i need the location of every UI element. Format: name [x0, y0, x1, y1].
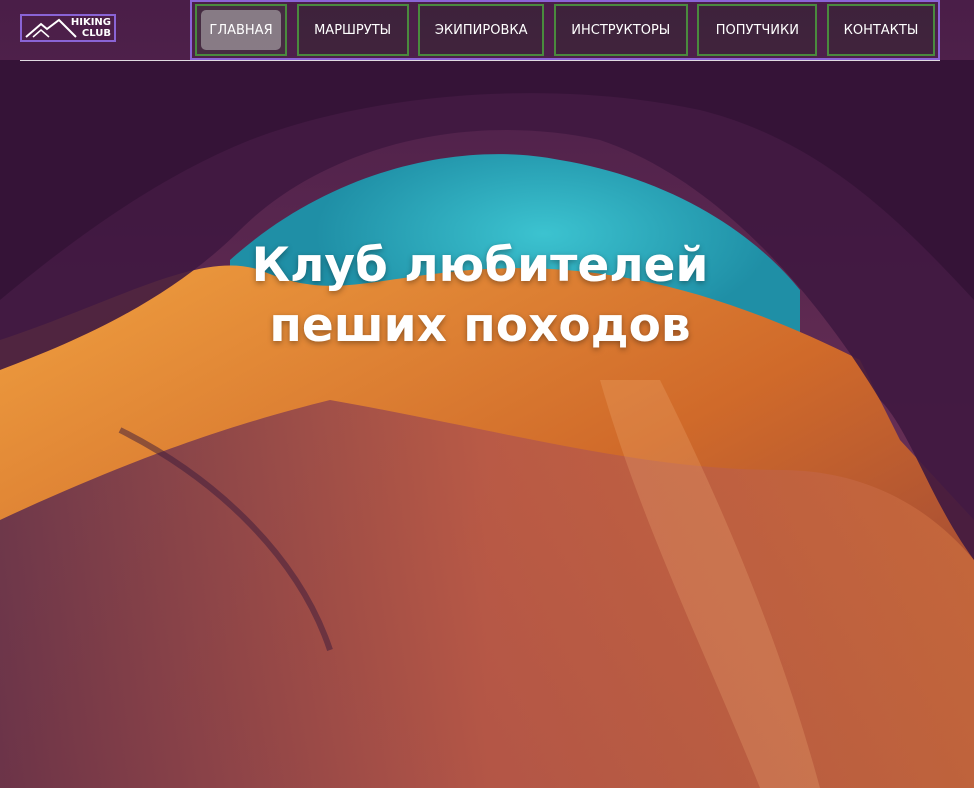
nav-item-home[interactable]: ГЛАВНАЯ — [195, 4, 287, 56]
logo-text-line2: CLUB — [81, 28, 111, 39]
hero-background-image — [0, 0, 974, 788]
nav-item-label: ГЛАВНАЯ — [209, 22, 273, 38]
nav-item-instructors[interactable]: ИНСТРУКТОРЫ — [553, 4, 688, 56]
site-logo[interactable]: HIKING CLUB — [20, 14, 116, 42]
nav-item-label: МАРШРУТЫ — [314, 22, 392, 38]
hero-title: Клуб любителей пеших походов — [0, 236, 960, 356]
logo-text: HIKING CLUB — [71, 17, 111, 39]
site-header: HIKING CLUB ГЛАВНАЯ МАРШРУТЫ ЭКИПИРОВКА … — [20, 0, 940, 61]
nav-item-label: ПОПУТЧИКИ — [715, 22, 799, 38]
nav-item-label: ИНСТРУКТОРЫ — [571, 22, 671, 38]
nav-item-routes[interactable]: МАРШРУТЫ — [296, 4, 409, 56]
mountain-icon — [25, 18, 77, 38]
nav-item-label: КОНТАКТЫ — [843, 22, 919, 38]
main-nav: ГЛАВНАЯ МАРШРУТЫ ЭКИПИРОВКА ИНСТРУКТОРЫ … — [190, 0, 940, 60]
nav-item-companions[interactable]: ПОПУТЧИКИ — [697, 4, 818, 56]
hero-title-line2: пеших походов — [269, 298, 691, 353]
nav-item-contacts[interactable]: КОНТАКТЫ — [826, 4, 935, 56]
nav-item-equipment[interactable]: ЭКИПИРОВКА — [418, 4, 545, 56]
logo-text-line1: HIKING — [70, 17, 111, 28]
nav-item-label: ЭКИПИРОВКА — [434, 22, 528, 38]
nav-item-home-highlight: ГЛАВНАЯ — [201, 10, 281, 50]
hero-title-line1: Клуб любителей — [251, 238, 709, 293]
